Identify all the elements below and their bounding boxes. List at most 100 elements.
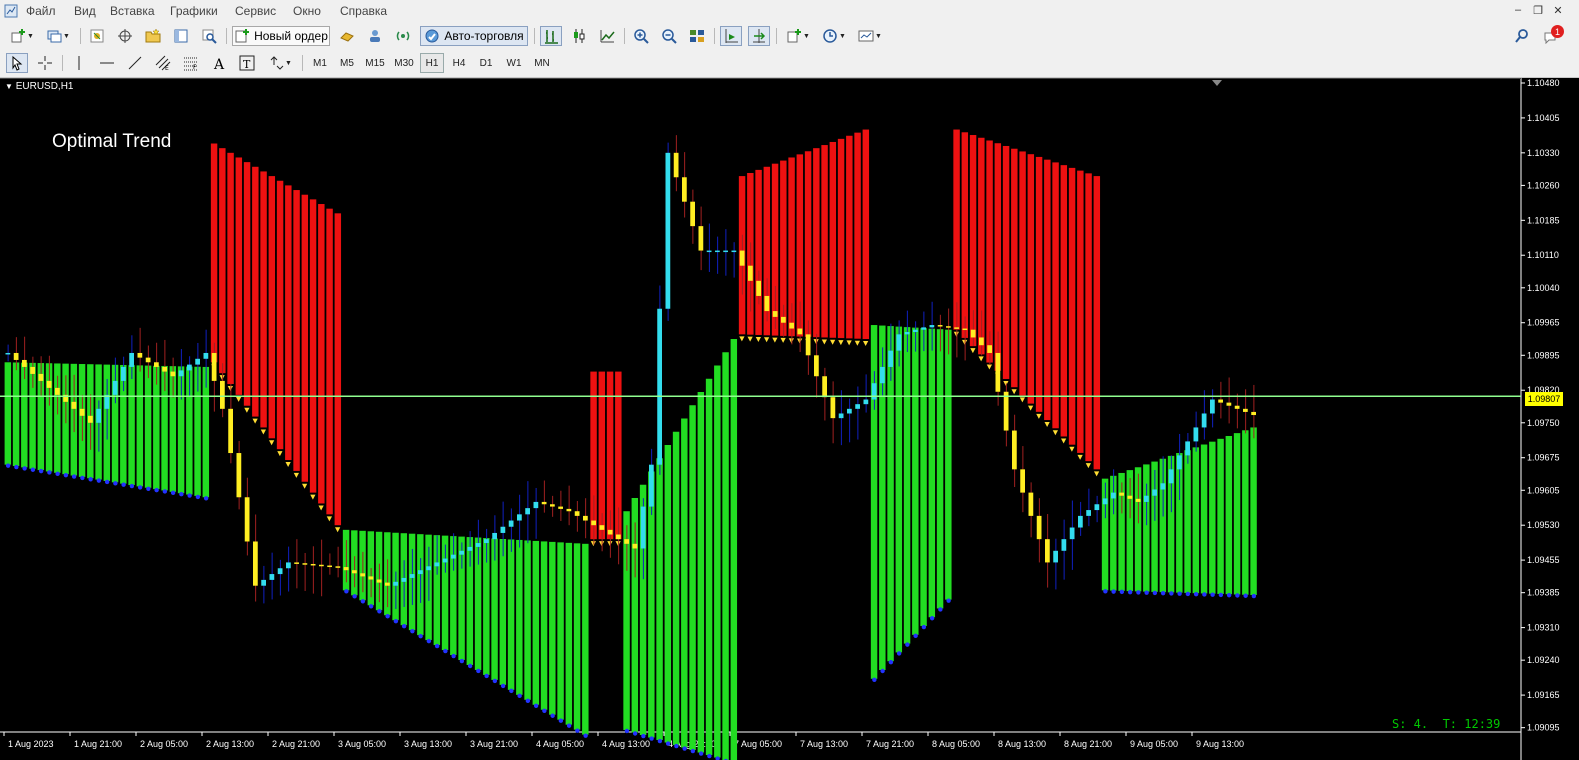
- arrows-button[interactable]: ▼: [264, 53, 296, 73]
- menu-file[interactable]: Файл: [26, 4, 56, 18]
- zoom-out-button[interactable]: [658, 26, 680, 46]
- restore-icon[interactable]: ❐: [1530, 4, 1546, 17]
- support-dot-marker: [368, 604, 374, 609]
- candlestick-button[interactable]: [568, 26, 590, 46]
- support-dot-marker: [1177, 591, 1182, 596]
- line-chart-button[interactable]: [596, 26, 618, 46]
- horizontal-line-button[interactable]: [96, 53, 118, 73]
- profiles-button[interactable]: ▼: [42, 26, 74, 46]
- new-order-button[interactable]: Новый ордер: [232, 26, 330, 46]
- trend-band-bar: [210, 143, 218, 363]
- market-watch-button[interactable]: [86, 26, 108, 46]
- resistance-arrow-marker: [244, 407, 250, 413]
- trendline-button[interactable]: [124, 53, 146, 73]
- trend-band-bar: [936, 329, 944, 609]
- chart-menu-triangle-icon: ▼: [5, 82, 13, 91]
- market-button[interactable]: [392, 26, 414, 46]
- trend-band-bar: [582, 543, 589, 735]
- new-chart-button[interactable]: ▼: [6, 26, 38, 46]
- strategy-tester-button[interactable]: [198, 26, 220, 46]
- fibonacci-button[interactable]: F: [180, 53, 202, 73]
- candle-body: [946, 326, 951, 328]
- trend-band-bar: [1077, 170, 1084, 453]
- chart-shift-button[interactable]: [748, 26, 770, 46]
- bar-chart-button[interactable]: [540, 26, 562, 46]
- timeframe-m1[interactable]: M1: [308, 53, 332, 73]
- chart-symbol-tab[interactable]: ▼ EURUSD,H1: [5, 81, 74, 92]
- timeframe-h4[interactable]: H4: [447, 53, 471, 73]
- timeframe-m30[interactable]: M30: [391, 53, 417, 73]
- signals-button[interactable]: [364, 26, 386, 46]
- autoscroll-button[interactable]: [720, 26, 742, 46]
- support-dot-marker: [154, 487, 159, 493]
- candle-body: [962, 328, 968, 331]
- chart-window[interactable]: 1.10480 1.10405 1.10330 1.10260 1.10185 1.101…: [0, 78, 1579, 760]
- close-icon[interactable]: ✕: [1550, 4, 1566, 17]
- vertical-line-button[interactable]: [68, 53, 90, 73]
- timeframe-m15[interactable]: M15: [362, 53, 388, 73]
- timeframe-w1[interactable]: W1: [502, 53, 526, 73]
- support-dot-marker: [896, 651, 902, 656]
- chevron-down-icon: ▼: [875, 32, 882, 40]
- notifications-button[interactable]: 1: [1540, 25, 1564, 46]
- candle-body: [632, 543, 638, 549]
- zoom-in-button[interactable]: [630, 26, 652, 46]
- candle-body: [335, 566, 341, 568]
- search-button[interactable]: [1512, 26, 1532, 46]
- menu-insert[interactable]: Вставка: [110, 4, 155, 18]
- candle-body: [467, 546, 473, 551]
- menu-tools[interactable]: Сервис: [235, 4, 276, 18]
- trend-band-bar: [821, 145, 828, 338]
- timeframe-d1[interactable]: D1: [474, 53, 498, 73]
- data-window-button[interactable]: [114, 26, 136, 46]
- trend-band-bar: [1143, 464, 1150, 592]
- terminal-window-icon: [174, 29, 188, 43]
- tile-windows-button[interactable]: [686, 26, 708, 46]
- menu-window[interactable]: Окно: [293, 4, 321, 18]
- menu-view[interactable]: Вид: [74, 4, 96, 18]
- support-dot-marker: [872, 677, 877, 682]
- trend-band-bar: [1225, 435, 1233, 595]
- metaeditor-button[interactable]: [336, 26, 358, 46]
- candle-body: [1168, 469, 1174, 484]
- indicators-button[interactable]: ▼: [782, 26, 814, 46]
- text-button[interactable]: A: [208, 53, 230, 73]
- chevron-down-icon: ▼: [27, 32, 34, 40]
- crosshair-target-icon: [118, 29, 132, 43]
- candle-body: [1127, 495, 1133, 499]
- channel-button[interactable]: E: [152, 53, 174, 73]
- price-chart[interactable]: 1.10480 1.10405 1.10330 1.10260 1.10185 1.101…: [0, 78, 1579, 760]
- trend-band-bar: [961, 132, 969, 338]
- candle-body: [591, 520, 596, 526]
- bar-chart-icon: [545, 30, 558, 44]
- navigator-button[interactable]: [142, 26, 164, 46]
- timeframe-m5[interactable]: M5: [335, 53, 359, 73]
- support-dot-marker: [385, 614, 390, 619]
- menu-charts[interactable]: Графики: [170, 4, 218, 18]
- trend-band-bar: [557, 542, 564, 720]
- templates-button[interactable]: ▼: [854, 26, 886, 46]
- minimize-icon[interactable]: –: [1510, 4, 1526, 16]
- cursor-button[interactable]: [6, 53, 28, 73]
- auto-trading-button[interactable]: Авто-торговля: [420, 26, 528, 46]
- menu-help[interactable]: Справка: [340, 4, 387, 18]
- y-tick-label: 1.10110: [1527, 250, 1559, 260]
- timeframe-h1[interactable]: H1: [420, 53, 444, 73]
- support-dot-marker: [22, 466, 27, 471]
- equidistant-channel-icon: E: [155, 55, 171, 71]
- candle-body: [1210, 399, 1215, 414]
- candle-body: [739, 250, 745, 266]
- crosshair-button[interactable]: [34, 53, 56, 73]
- candle-body: [1102, 498, 1108, 505]
- timeframe-mn[interactable]: MN: [529, 53, 555, 73]
- periods-button[interactable]: ▼: [818, 26, 850, 46]
- support-dot-marker: [888, 660, 894, 665]
- x-tick-label: 2 Aug 05:00: [140, 739, 188, 749]
- text-label-button[interactable]: T: [236, 53, 258, 73]
- candle-body: [178, 370, 184, 377]
- candle-body: [253, 541, 258, 586]
- zoom-out-icon: [662, 29, 677, 44]
- terminal-button[interactable]: [170, 26, 192, 46]
- candle-body: [657, 308, 662, 465]
- support-dot-marker: [1136, 590, 1141, 595]
